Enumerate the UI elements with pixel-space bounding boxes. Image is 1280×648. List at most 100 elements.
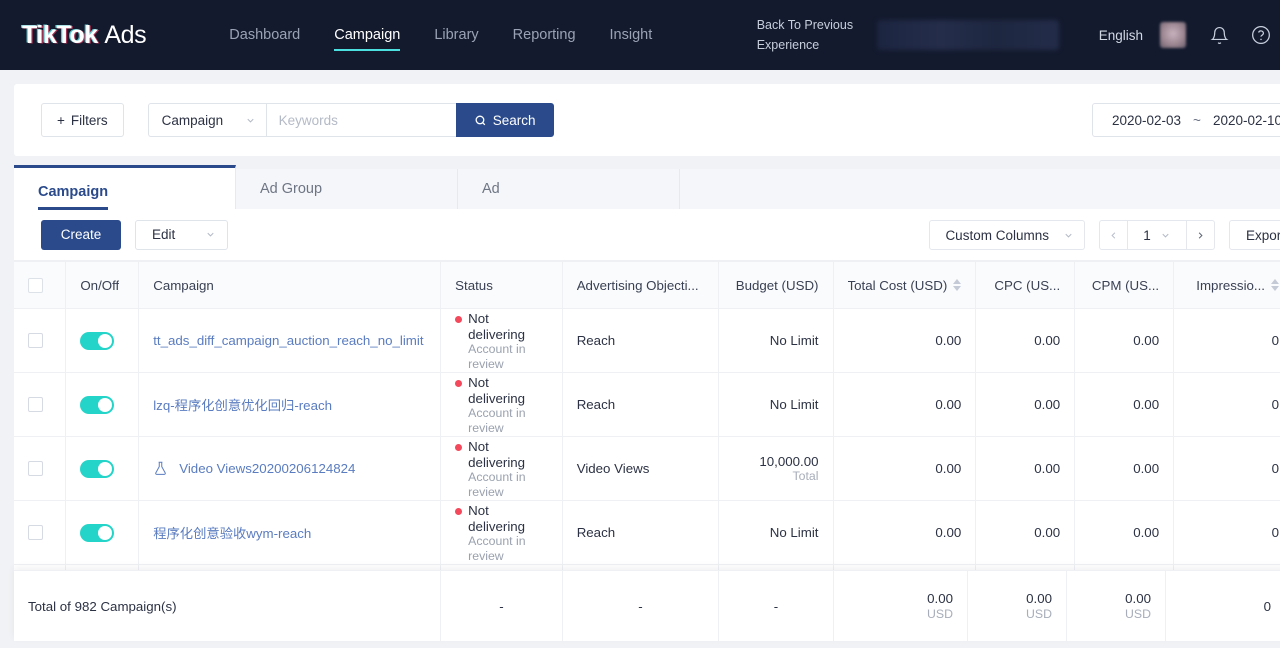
totals-budget-cell: - [719,571,834,641]
col-objective-label: Advertising Objecti... [576,277,699,293]
row-objective-cell: Video Views [562,436,719,501]
row-checkbox[interactable] [28,333,43,348]
row-budget-cell: No Limit [718,308,834,373]
select-all-checkbox[interactable] [28,277,43,293]
nav-label-insight: Insight [609,27,653,43]
search-scope-select[interactable]: Campaign [147,103,266,137]
top-navigation-bar: TikTok Ads Dashboard Campaign Library Re… [0,0,1280,70]
table-row[interactable]: lzq-程序化创意优化回归-reach Not delivering Accou… [14,372,1280,437]
row-cpc-cell: 0.00 [975,500,1076,565]
col-onoff-label: On/Off [80,277,120,293]
table-row[interactable]: tt_ads_diff_campaign_auction_reach_no_li… [14,308,1280,373]
col-budget: Budget (USD) [718,261,834,309]
nav-item-insight[interactable]: Insight [610,0,653,70]
row-total-cost-cell: 0.00 [833,308,977,373]
filters-label: Filters [70,112,108,128]
create-button[interactable]: Create [41,219,121,250]
col-total-cost[interactable]: Total Cost (USD) [833,261,977,309]
campaign-enable-toggle[interactable] [80,331,115,350]
row-cpm-cell: 0.00 [1074,372,1175,437]
campaign-name-link[interactable]: tt_ads_diff_campaign_auction_reach_no_li… [153,333,423,348]
avatar[interactable] [1160,22,1186,48]
campaign-enable-toggle[interactable] [80,395,115,414]
next-page-button[interactable] [1185,220,1215,250]
nav-item-dashboard[interactable]: Dashboard [229,0,300,70]
row-status-cell: Not delivering Account in review [440,500,563,565]
back-to-previous-experience-link[interactable]: Back To Previous Experience [757,15,865,55]
row-onoff-cell [65,436,140,501]
campaign-name-link[interactable]: 程序化创意验收wym-reach [153,523,311,542]
search-input[interactable] [265,103,456,137]
status-text: Not delivering [468,375,526,406]
col-total-cost-label: Total Cost (USD) [847,277,948,293]
tab-campaign[interactable]: Campaign [14,165,236,209]
nav-item-library[interactable]: Library [434,0,478,70]
row-impressions-cell: 0 [1173,500,1280,565]
table-header: On/Off Campaign Status Advertising Objec… [14,261,1280,309]
tiktok-ads-logo[interactable]: TikTok Ads [22,20,147,50]
row-objective-cell: Reach [562,308,719,373]
search-group: Campaign Search [147,103,554,137]
row-campaign-cell: lzq-程序化创意优化回归-reach [138,372,442,437]
col-campaign: Campaign [138,261,442,309]
help-circle-icon[interactable] [1250,24,1272,46]
row-checkbox[interactable] [28,525,43,540]
row-budget-cell: No Limit [718,500,834,565]
export-button[interactable]: Export [1228,220,1280,250]
nav-item-campaign[interactable]: Campaign [334,0,401,70]
sort-impressions-icon[interactable] [1271,279,1279,291]
edit-dropdown-button[interactable]: Edit [135,219,228,250]
campaign-enable-toggle[interactable] [80,523,115,542]
prev-page-button[interactable] [1098,220,1128,250]
search-button-label: Search [492,112,536,128]
filters-button[interactable]: + Filters [41,103,124,137]
bell-icon[interactable] [1208,24,1230,46]
status-text: Not delivering [468,439,526,470]
table-totals-row: Total of 982 Campaign(s) - - - 0.00 USD … [14,570,1280,641]
nav-item-reporting[interactable]: Reporting [513,0,576,70]
page-number-select[interactable]: 1 [1127,220,1186,250]
custom-columns-button[interactable]: Custom Columns [929,220,1085,250]
table-row[interactable]: 程序化创意验收wym-reach Not delivering Account … [14,500,1280,565]
nav-label-reporting: Reporting [512,27,576,43]
chevron-right-icon [1198,231,1203,239]
plus-icon: + [57,112,65,128]
table-row[interactable]: Video Views20200206124824 Not delivering… [14,436,1280,501]
search-button[interactable]: Search [455,103,554,137]
search-icon [475,115,486,125]
status-subtext: Account in review [468,534,526,563]
language-selector[interactable]: English [1099,28,1143,43]
campaign-name-link[interactable]: Video Views20200206124824 [179,461,355,476]
col-objective: Advertising Objecti... [562,261,719,309]
row-status-cell: Not delivering Account in review [440,436,563,501]
sort-total-cost-icon[interactable] [953,279,962,291]
totals-cpm-unit: USD [1125,606,1151,621]
row-cpc-cell: 0.00 [975,308,1076,373]
filter-bar: + Filters Campaign Search 2020-02-03 ~ 2… [14,84,1280,156]
totals-cpc-value: 0.00 [1026,590,1052,606]
row-checkbox[interactable] [28,397,43,412]
logo-ads-text: Ads [104,20,147,49]
account-selector-redacted[interactable] [876,20,1059,50]
nav-label-library: Library [434,27,479,43]
split-test-flask-icon [155,461,167,475]
row-impressions-cell: 0 [1173,308,1280,373]
row-cpm-cell: 0.00 [1074,436,1175,501]
row-select-cell [14,372,67,437]
col-campaign-label: Campaign [153,277,214,293]
table-header-row: On/Off Campaign Status Advertising Objec… [14,261,1280,309]
table-toolbar: Create Edit Custom Columns 1 Expor [14,209,1280,261]
totals-impressions-cell: 0 [1166,571,1280,641]
tab-ad[interactable]: Ad [458,169,680,209]
row-onoff-cell [65,372,140,437]
tab-ad-group[interactable]: Ad Group [236,169,458,209]
row-budget-cell: No Limit [718,372,834,437]
campaign-name-link[interactable]: lzq-程序化创意优化回归-reach [153,395,332,414]
date-range-picker[interactable]: 2020-02-03 ~ 2020-02-10 [1092,103,1280,137]
nav-label-dashboard: Dashboard [229,27,301,43]
row-campaign-cell: tt_ads_diff_campaign_auction_reach_no_li… [138,308,442,373]
campaign-enable-toggle[interactable] [80,459,115,478]
budget-value: No Limit [769,333,819,348]
row-checkbox[interactable] [28,461,43,476]
col-impressions[interactable]: Impressio... [1173,261,1280,309]
